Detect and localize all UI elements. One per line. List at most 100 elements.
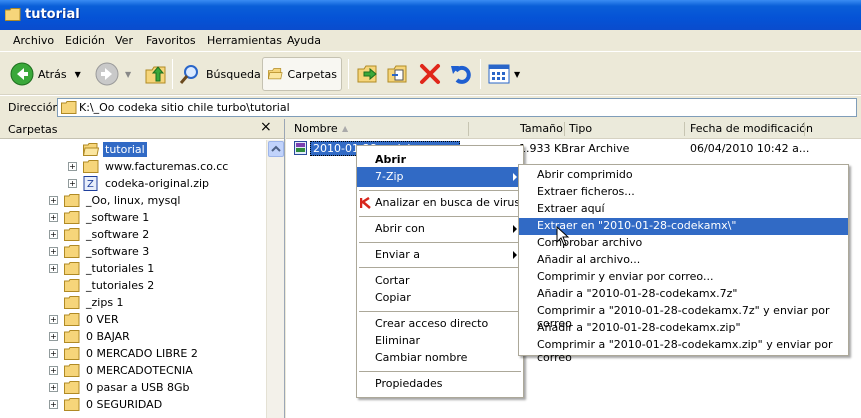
- submenu-item[interactable]: Comprimir a "2010-01-28-codekamx.zip" y …: [519, 337, 848, 364]
- submenu-item[interactable]: Añadir al archivo...: [519, 252, 848, 269]
- menu-item-cambiar-nombre[interactable]: Cambiar nombre: [357, 348, 523, 368]
- delete-button[interactable]: [418, 57, 442, 91]
- column-size[interactable]: Tamaño: [520, 122, 563, 135]
- forward-button[interactable]: ▼: [95, 57, 131, 91]
- folder-icon: [64, 330, 80, 343]
- tree-scrollbar[interactable]: [266, 140, 284, 418]
- expand-plus-icon[interactable]: +: [68, 179, 77, 188]
- tree-item-label: _software 3: [86, 245, 150, 258]
- close-icon[interactable]: ×: [260, 119, 272, 135]
- tree-item-software-1[interactable]: + _software 1: [49, 209, 151, 226]
- tree-item-0-seguridad[interactable]: + 0 SEGURIDAD: [49, 396, 164, 413]
- address-field[interactable]: K:\_Oo codeka sitio chile turbo\tutorial: [57, 98, 857, 117]
- search-button[interactable]: Búsqueda: [178, 57, 261, 91]
- column-divider[interactable]: [804, 122, 805, 136]
- up-folder-button[interactable]: [144, 57, 168, 91]
- submenu-item[interactable]: Abrir comprimido: [519, 167, 848, 184]
- column-type[interactable]: Tipo: [569, 122, 592, 135]
- up-folder-icon: [145, 66, 166, 84]
- submenu-item[interactable]: Comprimir a "2010-01-28-codekamx.7z" y e…: [519, 303, 848, 330]
- menu-item-label: Abrir: [375, 153, 407, 166]
- move-to-button[interactable]: [356, 57, 380, 91]
- tree-item-tutoriales-2[interactable]: _tutoriales 2: [64, 277, 156, 294]
- tree-item-facturemas[interactable]: + www.facturemas.co.cc: [68, 158, 230, 175]
- submenu-item-label: Añadir a "2010-01-28-codekamx.zip": [537, 321, 741, 334]
- back-dropdown-icon[interactable]: ▼: [75, 70, 81, 79]
- menu-separator: [359, 311, 521, 312]
- submenu-item[interactable]: Comprimir y enviar por correo...: [519, 269, 848, 286]
- tree-item-0-ver[interactable]: + 0 VER: [49, 311, 121, 328]
- tree-item-zips-1[interactable]: _zips 1: [64, 294, 126, 311]
- forward-dropdown-icon[interactable]: ▼: [125, 70, 131, 79]
- submenu-item[interactable]: Extraer aquí: [519, 201, 848, 218]
- menu-favoritos[interactable]: Favoritos: [146, 34, 196, 47]
- tree-item-software-2[interactable]: + _software 2: [49, 226, 151, 243]
- tree-item-0-pasar-usb[interactable]: + 0 pasar a USB 8Gb: [49, 379, 192, 396]
- tree-item-0-bajar[interactable]: + 0 BAJAR: [49, 328, 132, 345]
- scroll-up-button[interactable]: [268, 141, 284, 157]
- expand-plus-icon[interactable]: +: [49, 264, 58, 273]
- menu-item-copiar[interactable]: Copiar: [357, 288, 523, 308]
- expand-plus-icon[interactable]: +: [49, 366, 58, 375]
- tree-item-0-mercado-libre-2[interactable]: + 0 MERCADO LIBRE 2: [49, 345, 200, 362]
- menu-item-propiedades[interactable]: Propiedades: [357, 374, 523, 394]
- expand-plus-icon[interactable]: +: [49, 315, 58, 324]
- menu-ayuda[interactable]: Ayuda: [287, 34, 321, 47]
- tree-item-0-mercadotecnia[interactable]: + 0 MERCADOTECNIA: [49, 362, 195, 379]
- folder-icon: [5, 8, 21, 21]
- column-modified[interactable]: Fecha de modificación: [690, 122, 813, 135]
- column-divider[interactable]: [468, 122, 469, 136]
- tree-item-tutorial[interactable]: tutorial: [83, 141, 147, 158]
- folder-icon: [64, 313, 80, 326]
- delete-x-icon: [420, 64, 440, 84]
- expand-plus-icon[interactable]: +: [49, 247, 58, 256]
- search-icon: [179, 65, 198, 84]
- expand-plus-icon[interactable]: +: [49, 196, 58, 205]
- tree-item-oo-linux[interactable]: + _Oo, linux, mysql: [49, 192, 182, 209]
- folders-button[interactable]: Carpetas: [262, 57, 342, 91]
- column-divider[interactable]: [564, 122, 565, 136]
- column-name[interactable]: Nombre: [294, 122, 338, 135]
- submenu-item[interactable]: Extraer ficheros...: [519, 184, 848, 201]
- folder-icon: [64, 364, 80, 377]
- expand-plus-icon[interactable]: +: [49, 383, 58, 392]
- expand-plus-icon[interactable]: +: [68, 162, 77, 171]
- submenu-item[interactable]: Añadir a "2010-01-28-codekamx.7z": [519, 286, 848, 303]
- expand-plus-icon[interactable]: +: [49, 349, 58, 358]
- menu-edicion[interactable]: Edición: [65, 34, 105, 47]
- menu-item-7zip[interactable]: 7-Zip: [357, 167, 523, 187]
- expand-plus-icon[interactable]: +: [49, 332, 58, 341]
- menu-separator: [359, 190, 521, 191]
- copy-to-button[interactable]: [386, 57, 410, 91]
- menu-separator: [359, 216, 521, 217]
- expand-plus-icon[interactable]: +: [49, 400, 58, 409]
- folder-tree: tutorial + www.facturemas.co.cc + Z code…: [0, 140, 266, 418]
- menu-ver[interactable]: Ver: [115, 34, 133, 47]
- expand-plus-icon[interactable]: +: [49, 213, 58, 222]
- submenu-item[interactable]: Añadir a "2010-01-28-codekamx.zip": [519, 320, 848, 337]
- expand-plus-icon[interactable]: +: [49, 230, 58, 239]
- menu-item-enviar-a[interactable]: Enviar a: [357, 245, 523, 265]
- menu-item-abrir-con[interactable]: Abrir con: [357, 219, 523, 239]
- tree-item-label: 0 MERCADO LIBRE 2: [86, 347, 198, 360]
- undo-button[interactable]: [449, 57, 473, 91]
- undo-icon: [451, 65, 471, 84]
- views-dropdown-icon[interactable]: ▼: [514, 70, 520, 79]
- context-menu: Abrir 7-Zip Analizar en busca de virus A…: [356, 145, 524, 398]
- tree-item-tutoriales-1[interactable]: + _tutoriales 1: [49, 260, 156, 277]
- title-bar[interactable]: tutorial: [0, 0, 861, 30]
- file-modified: 06/04/2010 10:42 a...: [690, 142, 810, 155]
- tree-item-label: codeka-original.zip: [105, 177, 210, 190]
- menu-archivo[interactable]: Archivo: [13, 34, 54, 47]
- tree-item-software-3[interactable]: + _software 3: [49, 243, 151, 260]
- move-to-icon: [357, 65, 377, 83]
- back-button[interactable]: Atrás ▼: [10, 57, 81, 91]
- menu-item-scan-virus[interactable]: Analizar en busca de virus: [357, 193, 523, 213]
- tree-item-codeka-zip[interactable]: + Z codeka-original.zip: [68, 175, 211, 192]
- menu-item-label: Copiar: [375, 291, 411, 304]
- mouse-cursor-icon: [556, 226, 570, 246]
- column-divider[interactable]: [684, 122, 685, 136]
- folder-icon: [64, 398, 80, 411]
- views-button[interactable]: ▼: [487, 57, 520, 91]
- menu-herramientas[interactable]: Herramientas: [207, 34, 282, 47]
